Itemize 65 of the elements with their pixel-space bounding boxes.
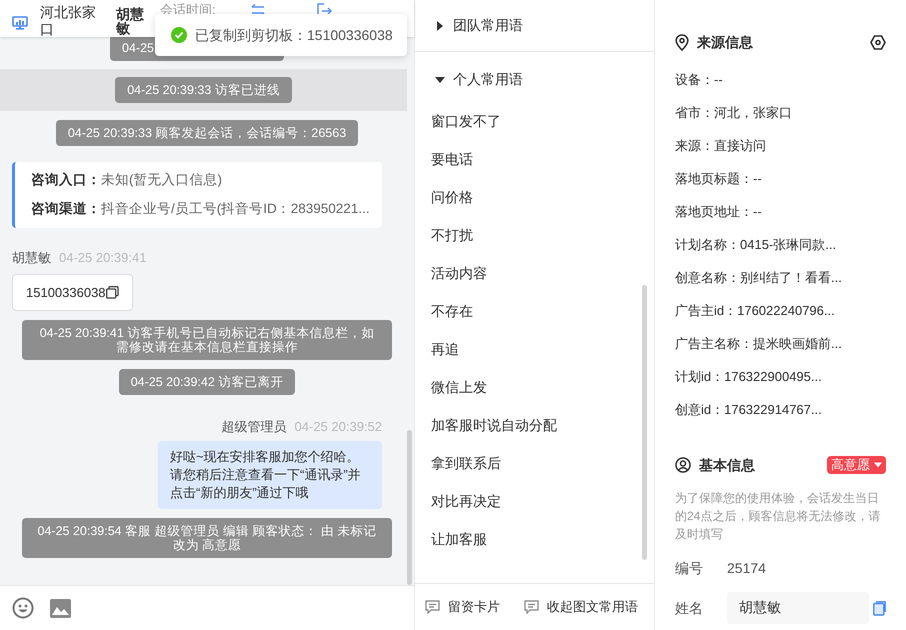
system-message: 04-25 20:39:41 访客手机号已自动标记右侧基本信息栏，如需修改请在基本信息栏直接操作 bbox=[22, 320, 392, 360]
settings-icon[interactable] bbox=[870, 34, 886, 50]
notice-text: 为了保障您的使用体验，会话发生当日的24点之后，顾客信息将无法修改，请及时填写 bbox=[675, 490, 882, 543]
info-field: 创意id：176322914767... bbox=[675, 393, 886, 426]
caret-right-icon bbox=[435, 20, 445, 30]
phrase-item[interactable]: 加客服时说自动分配 bbox=[431, 406, 642, 444]
comment-icon bbox=[524, 600, 539, 614]
system-message: 04-25 20:39:54 客服 超级管理员 编辑 顾客状态： 由 未标记改为 高意愿 bbox=[22, 518, 392, 558]
scrollbar-thumb[interactable] bbox=[407, 430, 412, 585]
action-button[interactable]: 收起图文常用语 bbox=[524, 597, 638, 617]
field-label: 编号 bbox=[675, 559, 704, 578]
system-message: 04-25 20:39:33 访客已进线 bbox=[115, 77, 292, 103]
monitor-icon bbox=[12, 16, 28, 30]
phrase-item[interactable]: 微信上发 bbox=[431, 368, 642, 406]
info-field: 省市：河北，张家口 bbox=[675, 96, 886, 129]
phrase-item[interactable]: 让加客服 bbox=[431, 520, 642, 558]
info-field: 设备：-- bbox=[675, 63, 886, 96]
emoji-icon[interactable] bbox=[12, 597, 34, 619]
info-field: 计划id：176322900495... bbox=[675, 360, 886, 393]
section-title: 来源信息 bbox=[697, 32, 754, 52]
location-pin-icon bbox=[675, 34, 689, 50]
phrase-item[interactable]: 对比再决定 bbox=[431, 482, 642, 520]
info-field: 创意名称：别纠结了！看看... bbox=[675, 261, 886, 294]
field-label: 咨询渠道： bbox=[31, 200, 101, 218]
intent-dropdown[interactable]: 高意愿 bbox=[827, 456, 886, 474]
phrase-item[interactable]: 拿到联系后 bbox=[431, 444, 642, 482]
comment-icon bbox=[425, 600, 440, 614]
sender-name: 超级管理员 bbox=[222, 419, 287, 435]
action-button[interactable]: 留资卡片 bbox=[425, 597, 500, 617]
copy-icon[interactable] bbox=[106, 286, 119, 299]
phrase-item[interactable]: 要电话 bbox=[431, 140, 642, 178]
caret-down-icon bbox=[874, 462, 882, 468]
image-icon[interactable] bbox=[50, 598, 71, 618]
info-field: 来源：直接访问 bbox=[675, 129, 886, 162]
user-circle-icon bbox=[675, 457, 691, 473]
message-bubble: 好哒~现在安排客服加您个绍哈。请您稍后注意查看一下“通讯录”并点击“新的朋友”通过下哦 bbox=[158, 441, 382, 509]
field-value: 未知(暂无入口信息) bbox=[101, 171, 222, 189]
swap-arrows-icon[interactable] bbox=[250, 4, 266, 16]
system-message: 04-25 20:39:42 访客已离开 bbox=[118, 369, 296, 395]
field-value: 25174 bbox=[727, 559, 766, 578]
check-circle-icon bbox=[171, 27, 187, 43]
info-field: 计划名称：0415-张琳同款... bbox=[675, 228, 886, 261]
location-text: 河北张家口 bbox=[40, 4, 97, 38]
info-field: 广告主id：176022240796... bbox=[675, 294, 886, 327]
scrollbar-thumb[interactable] bbox=[642, 285, 647, 560]
message-time: 04-25 20:39:52 bbox=[294, 419, 382, 435]
phrase-item[interactable]: 活动内容 bbox=[431, 254, 642, 292]
phrase-item[interactable]: 不打扰 bbox=[431, 216, 642, 254]
message-text: 15100336038 bbox=[26, 284, 106, 302]
system-message: 04-25 20:39:33 顾客发起会话，会话编号：26563 bbox=[56, 120, 358, 146]
agent-name: 胡慧敏 bbox=[116, 7, 145, 35]
phrase-item[interactable]: 问价格 bbox=[431, 178, 642, 216]
sender-name: 胡慧敏 bbox=[12, 250, 51, 266]
info-field: 落地页地址：-- bbox=[675, 195, 886, 228]
caret-down-icon bbox=[435, 74, 445, 84]
field-label: 咨询入口： bbox=[31, 171, 101, 189]
phrase-item[interactable]: 不存在 bbox=[431, 292, 642, 330]
name-input[interactable]: 胡慧敏 bbox=[727, 592, 869, 624]
field-label: 姓名 bbox=[675, 598, 704, 618]
field-value: 抖音企业号/员工号(抖音号ID：283950221... bbox=[101, 200, 370, 218]
section-title: 基本信息 bbox=[699, 456, 756, 474]
message-time: 04-25 20:39:41 bbox=[59, 250, 146, 266]
info-field: 广告主名称：提米映画婚前... bbox=[675, 327, 886, 360]
info-field: 落地页标题：-- bbox=[675, 162, 886, 195]
phrase-item[interactable]: 再追 bbox=[431, 330, 642, 368]
